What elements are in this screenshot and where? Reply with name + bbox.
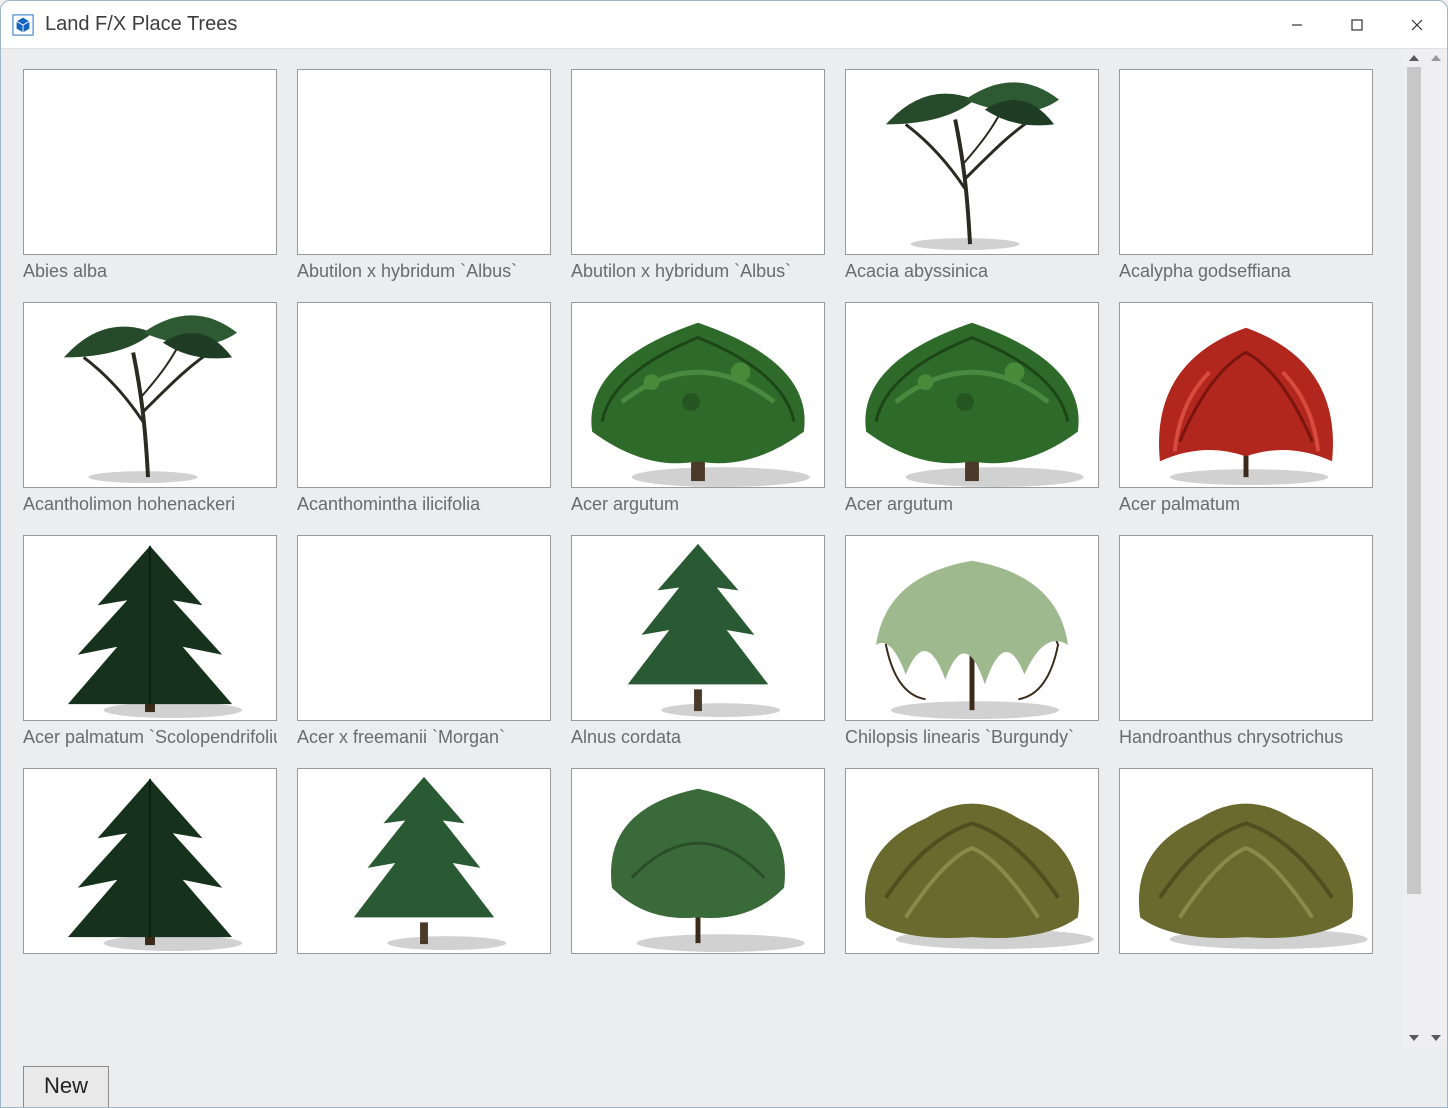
tree-thumbnail[interactable] xyxy=(571,302,825,488)
tree-label: Handroanthus chrysotrichus xyxy=(1119,721,1373,748)
tree-item[interactable]: Abies alba xyxy=(23,69,277,282)
tree-label: Abutilon x hybridum `Albus` xyxy=(571,255,825,282)
tree-thumbnail[interactable] xyxy=(845,768,1099,954)
tree-label xyxy=(23,954,277,960)
tree-thumbnail[interactable] xyxy=(571,69,825,255)
tree-label: Abutilon x hybridum `Albus` xyxy=(297,255,551,282)
body-area: Abies alba Abutilon x hybridum `Albus` Abu… xyxy=(1,49,1447,1047)
tree-item[interactable] xyxy=(23,768,277,960)
tree-thumbnail[interactable] xyxy=(297,69,551,255)
tree-thumbnail[interactable] xyxy=(1119,535,1373,721)
window-controls xyxy=(1267,1,1447,48)
app-window: Land F/X Place Trees Abies alba Abutilon … xyxy=(0,0,1448,1108)
scroll-down-icon[interactable] xyxy=(1425,1029,1447,1047)
tree-thumbnail[interactable] xyxy=(297,302,551,488)
tree-label: Acacia abyssinica xyxy=(845,255,1099,282)
tree-label: Acer x freemanii `Morgan` xyxy=(297,721,551,748)
tree-item[interactable]: Acalypha godseffiana xyxy=(1119,69,1373,282)
tree-item[interactable]: Handroanthus chrysotrichus xyxy=(1119,535,1373,748)
tree-item[interactable]: Abutilon x hybridum `Albus` xyxy=(571,69,825,282)
tree-item[interactable]: Acacia abyssinica xyxy=(845,69,1099,282)
tree-label: Acantholimon hohenackeri xyxy=(23,488,277,515)
tree-item[interactable] xyxy=(571,768,825,960)
tree-thumbnail[interactable] xyxy=(571,535,825,721)
window-title: Land F/X Place Trees xyxy=(45,13,237,36)
tree-thumbnail[interactable] xyxy=(1119,302,1373,488)
tree-label: Alnus cordata xyxy=(571,721,825,748)
scroll-up-icon[interactable] xyxy=(1403,49,1425,67)
tree-grid-scroll: Abies alba Abutilon x hybridum `Albus` Abu… xyxy=(1,49,1403,1047)
tree-label: Acanthomintha ilicifolia xyxy=(297,488,551,515)
tree-thumbnail[interactable] xyxy=(845,535,1099,721)
tree-thumbnail[interactable] xyxy=(571,768,825,954)
tree-item[interactable]: Acer argutum xyxy=(845,302,1099,515)
tree-item[interactable]: Acanthomintha ilicifolia xyxy=(297,302,551,515)
tree-label: Acer argutum xyxy=(845,488,1099,515)
tree-label xyxy=(1119,954,1373,960)
tree-label: Abies alba xyxy=(23,255,277,282)
tree-label xyxy=(571,954,825,960)
tree-item[interactable]: Abutilon x hybridum `Albus` xyxy=(297,69,551,282)
tree-thumbnail[interactable] xyxy=(23,69,277,255)
tree-label: Acer palmatum xyxy=(1119,488,1373,515)
tree-thumbnail[interactable] xyxy=(23,768,277,954)
tree-thumbnail[interactable] xyxy=(1119,768,1373,954)
sketchup-icon xyxy=(11,13,35,37)
maximize-button[interactable] xyxy=(1327,1,1387,48)
tree-label: Chilopsis linearis `Burgundy` xyxy=(845,721,1099,748)
tree-item[interactable]: Acer argutum xyxy=(571,302,825,515)
scroll-up-icon[interactable] xyxy=(1425,49,1447,67)
tree-item[interactable] xyxy=(845,768,1099,960)
tree-thumbnail[interactable] xyxy=(845,302,1099,488)
tree-item[interactable]: Alnus cordata xyxy=(571,535,825,748)
tree-item[interactable]: Acer palmatum `Scolopendrifolium` xyxy=(23,535,277,748)
tree-thumbnail[interactable] xyxy=(23,535,277,721)
window-scrollbar[interactable] xyxy=(1425,49,1447,1047)
tree-item[interactable]: Acer palmatum xyxy=(1119,302,1373,515)
scrollbar-track[interactable] xyxy=(1403,67,1425,1029)
tree-label xyxy=(845,954,1099,960)
tree-thumbnail[interactable] xyxy=(845,69,1099,255)
tree-item[interactable]: Acantholimon hohenackeri xyxy=(23,302,277,515)
tree-item[interactable] xyxy=(1119,768,1373,960)
tree-item[interactable] xyxy=(297,768,551,960)
scrollbar-track[interactable] xyxy=(1425,67,1447,1029)
titlebar: Land F/X Place Trees xyxy=(1,1,1447,49)
scrollbar-thumb[interactable] xyxy=(1407,67,1421,894)
tree-item[interactable]: Acer x freemanii `Morgan` xyxy=(297,535,551,748)
close-button[interactable] xyxy=(1387,1,1447,48)
grid-scrollbar[interactable] xyxy=(1403,49,1425,1047)
tree-label xyxy=(297,954,551,960)
tree-label: Acer argutum xyxy=(571,488,825,515)
tree-thumbnail[interactable] xyxy=(297,535,551,721)
tree-grid: Abies alba Abutilon x hybridum `Albus` Abu… xyxy=(23,69,1395,960)
tree-label: Acer palmatum `Scolopendrifolium` xyxy=(23,721,277,748)
tree-thumbnail[interactable] xyxy=(297,768,551,954)
tree-thumbnail[interactable] xyxy=(1119,69,1373,255)
minimize-button[interactable] xyxy=(1267,1,1327,48)
bottom-bar: New xyxy=(1,1047,1447,1107)
tree-label: Acalypha godseffiana xyxy=(1119,255,1373,282)
new-button[interactable]: New xyxy=(23,1066,109,1107)
tree-thumbnail[interactable] xyxy=(23,302,277,488)
scroll-down-icon[interactable] xyxy=(1403,1029,1425,1047)
tree-item[interactable]: Chilopsis linearis `Burgundy` xyxy=(845,535,1099,748)
